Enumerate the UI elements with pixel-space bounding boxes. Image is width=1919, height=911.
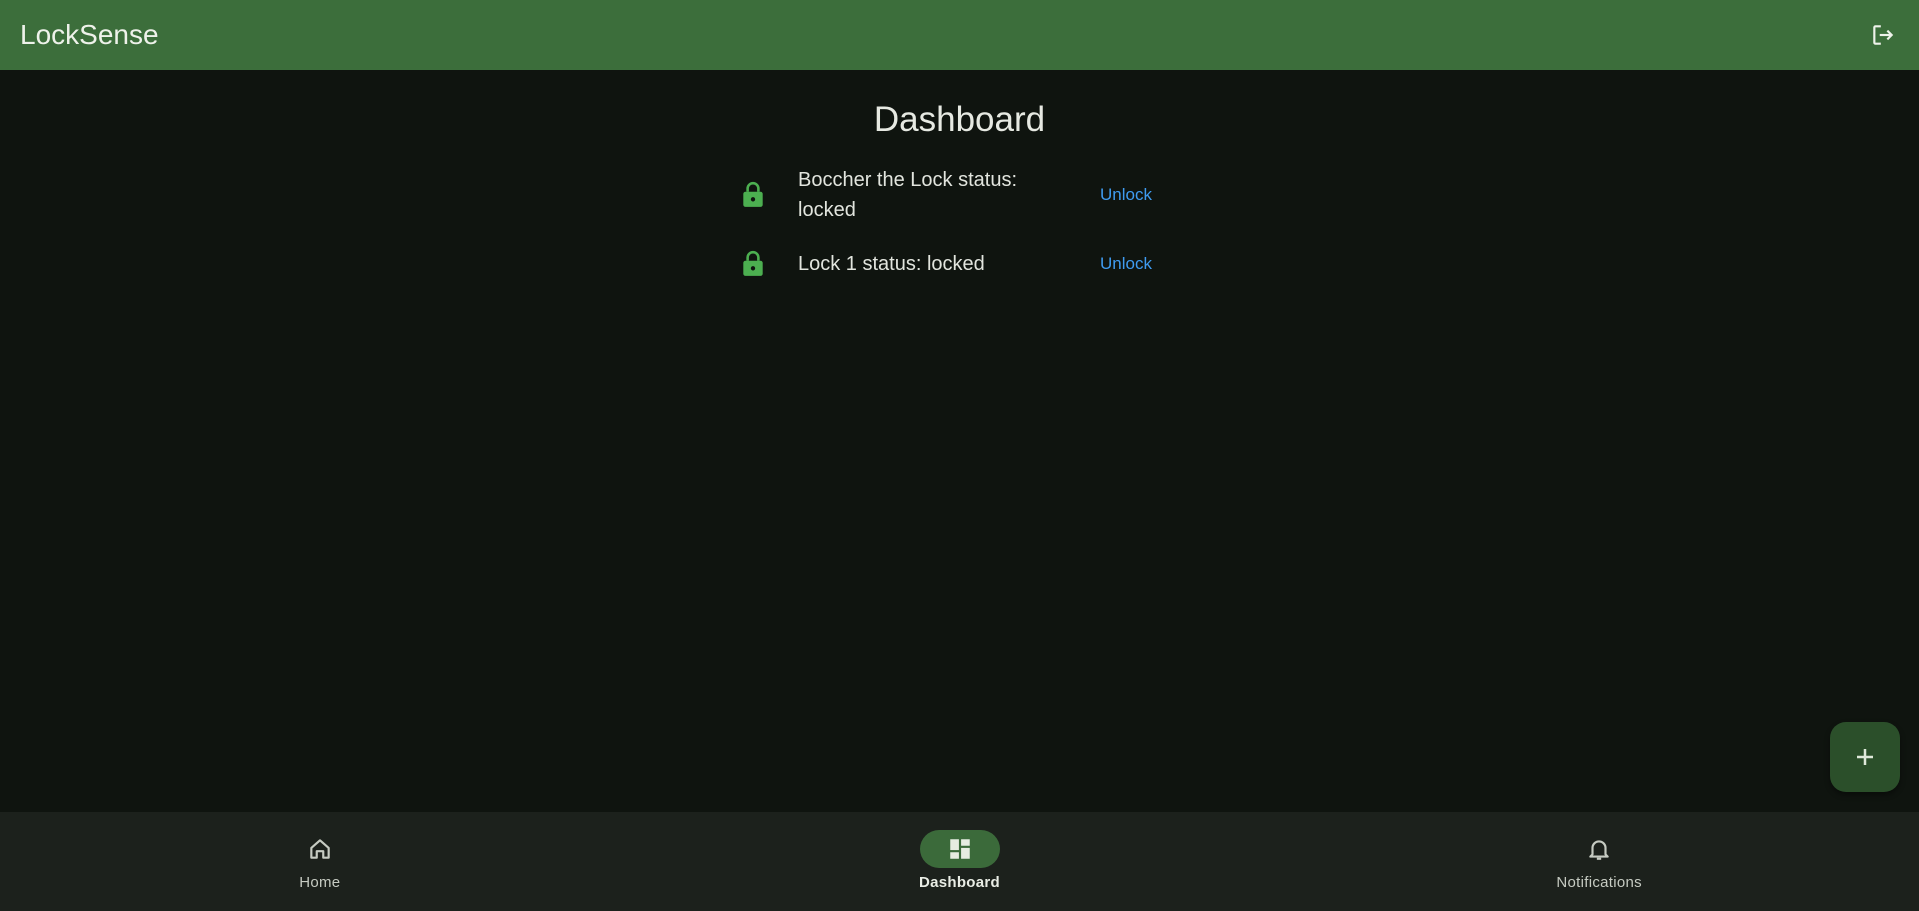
nav-item-notifications[interactable]: Notifications: [1279, 812, 1919, 911]
unlock-button[interactable]: Unlock: [1092, 248, 1160, 280]
lock-row: Lock 1 status: locked Unlock: [730, 228, 1170, 300]
nav-item-home[interactable]: Home: [0, 812, 640, 911]
page-title: Dashboard: [873, 100, 1046, 139]
nav-label-notifications: Notifications: [1556, 874, 1642, 891]
nav-label-home: Home: [299, 874, 341, 891]
plus-icon: [1857, 749, 1873, 765]
bottom-navigation: Home Dashboard Notifications: [0, 812, 1919, 911]
lock-status-text: Boccher the Lock status: locked: [798, 169, 1018, 221]
add-lock-button[interactable]: [1830, 722, 1900, 792]
logout-button[interactable]: [1863, 15, 1903, 55]
logout-icon: [1873, 25, 1894, 45]
nav-icon-container: [1559, 830, 1639, 868]
lock-list: Boccher the Lock status: locked Unlock L…: [730, 162, 1170, 300]
home-icon: [310, 839, 330, 859]
nav-item-dashboard[interactable]: Dashboard: [640, 812, 1280, 911]
lock-row: Boccher the Lock status: locked Unlock: [730, 162, 1170, 228]
bell-icon: [1589, 840, 1609, 860]
app-root: LockSense Dashboard Boccher the Lock sta…: [0, 0, 1919, 911]
lock-status-text: Lock 1 status: locked: [798, 253, 985, 275]
nav-icon-container: [919, 830, 1000, 868]
app-title: LockSense: [20, 19, 159, 50]
lock-icon: [733, 244, 773, 284]
lock-icon: [733, 175, 773, 215]
main-content: Dashboard Boccher the Lock status: locke…: [0, 70, 1919, 812]
dashboard-icon: [949, 839, 970, 859]
nav-icon-container: [280, 830, 360, 868]
unlock-button[interactable]: Unlock: [1092, 179, 1160, 211]
nav-label-dashboard: Dashboard: [918, 874, 1001, 891]
top-app-bar: LockSense: [0, 0, 1919, 70]
